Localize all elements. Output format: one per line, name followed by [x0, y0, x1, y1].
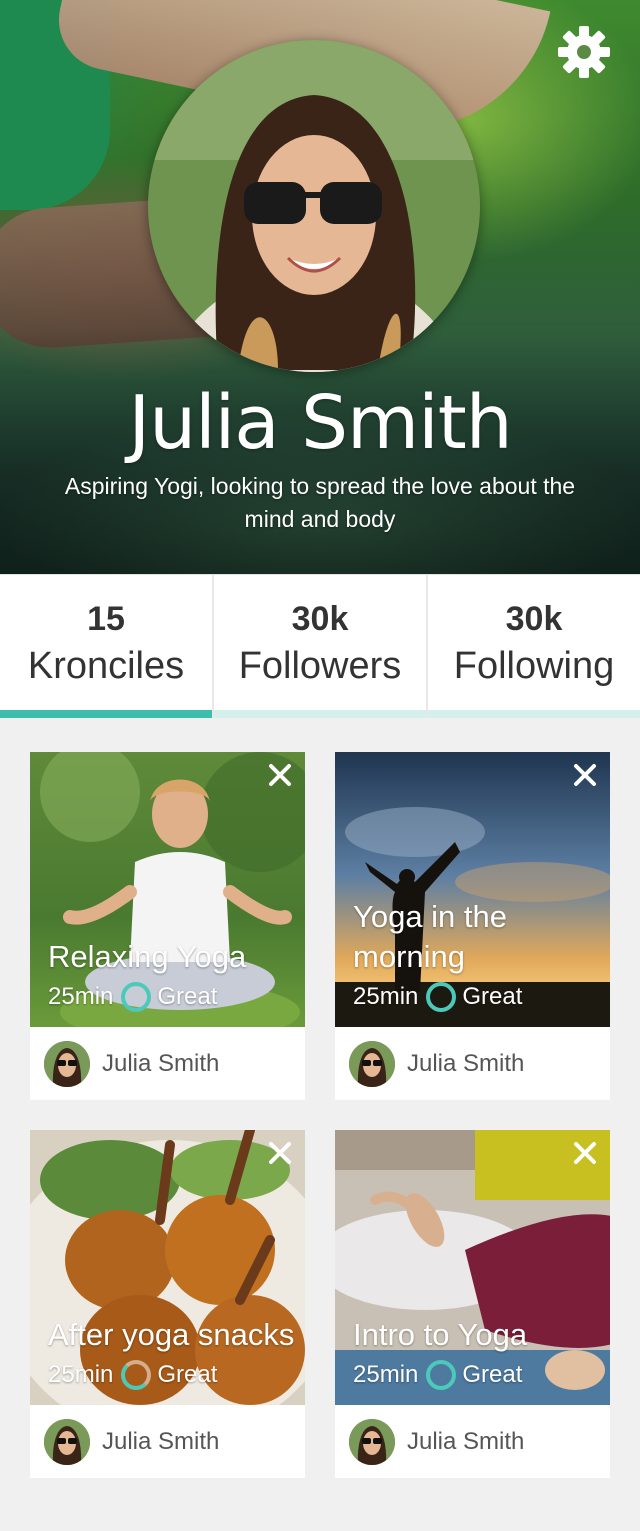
settings-button[interactable]: [556, 24, 612, 80]
author-avatar[interactable]: [44, 1040, 90, 1087]
stat-label: Following: [453, 645, 615, 687]
card-image: Relaxing Yoga 25min Great: [30, 752, 305, 1027]
author-avatar[interactable]: [349, 1418, 395, 1465]
close-icon: [269, 1142, 291, 1164]
card-meta: 25min Great: [353, 981, 522, 1013]
author-name[interactable]: Julia Smith: [407, 1428, 524, 1456]
card-duration: 25min: [48, 1361, 114, 1388]
stats-tabs: 15 Kronciles 30k Followers 30k Following: [0, 574, 640, 718]
kroncile-card[interactable]: Relaxing Yoga 25min Great Julia Smith: [30, 752, 305, 1100]
profile-avatar[interactable]: [148, 40, 480, 372]
tab-indicator: [0, 710, 212, 718]
close-icon: [269, 764, 291, 786]
profile-bio: Aspiring Yogi, looking to spread the lov…: [64, 473, 576, 532]
ring-icon: [426, 1360, 457, 1390]
stat-value: 15: [87, 600, 125, 638]
card-footer: Julia Smith: [30, 1027, 305, 1100]
card-title: Yoga in the morning: [353, 899, 508, 974]
tab-following[interactable]: 30k Following: [428, 575, 640, 718]
kroncile-card[interactable]: Yoga in the morning 25min Great Julia Sm…: [335, 752, 610, 1100]
author-name[interactable]: Julia Smith: [102, 1050, 219, 1078]
profile-photo: [148, 40, 480, 372]
profile-header: Julia Smith Aspiring Yogi, looking to sp…: [0, 0, 640, 574]
card-title: Relaxing Yoga: [48, 939, 247, 974]
card-footer: Julia Smith: [335, 1405, 610, 1478]
card-meta: 25min Great: [48, 1359, 217, 1391]
card-footer: Julia Smith: [335, 1027, 610, 1100]
card-rating: Great: [462, 983, 523, 1010]
card-meta: 25min Great: [353, 1359, 522, 1391]
card-title: After yoga snacks: [48, 1317, 295, 1352]
kroncile-card[interactable]: After yoga snacks 25min Great Julia Smit…: [30, 1130, 305, 1478]
author-avatar[interactable]: [349, 1040, 395, 1087]
close-button[interactable]: [572, 762, 598, 788]
ring-icon: [426, 982, 457, 1012]
card-image: Yoga in the morning 25min Great: [335, 752, 610, 1027]
card-duration: 25min: [353, 983, 419, 1010]
tab-kronciles[interactable]: 15 Kronciles: [0, 575, 214, 718]
author-name[interactable]: Julia Smith: [102, 1428, 219, 1456]
gear-icon: [558, 26, 610, 78]
stat-value: 30k: [291, 600, 349, 638]
card-duration: 25min: [48, 983, 114, 1010]
close-icon: [574, 764, 596, 786]
stat-label: Followers: [238, 645, 402, 687]
tab-indicator: [214, 710, 426, 718]
kroncile-card[interactable]: Intro to Yoga 25min Great Julia Smith: [335, 1130, 610, 1478]
card-duration: 25min: [353, 1361, 419, 1388]
tab-followers[interactable]: 30k Followers: [214, 575, 428, 718]
author-avatar[interactable]: [44, 1418, 90, 1465]
ring-icon: [121, 982, 152, 1012]
card-footer: Julia Smith: [30, 1405, 305, 1478]
stat-label: Kronciles: [27, 645, 185, 687]
close-icon: [574, 1142, 596, 1164]
close-button[interactable]: [267, 1140, 293, 1166]
card-image: After yoga snacks 25min Great: [30, 1130, 305, 1405]
card-rating: Great: [462, 1361, 523, 1388]
ring-icon: [121, 1360, 152, 1390]
author-name[interactable]: Julia Smith: [407, 1050, 524, 1078]
card-rating: Great: [157, 1361, 218, 1388]
card-image: Intro to Yoga 25min Great: [335, 1130, 610, 1405]
profile-name: Julia Smith: [128, 380, 512, 466]
close-button[interactable]: [572, 1140, 598, 1166]
close-button[interactable]: [267, 762, 293, 788]
tab-indicator: [428, 710, 640, 718]
card-title: Intro to Yoga: [353, 1317, 528, 1352]
card-meta: 25min Great: [48, 981, 217, 1013]
stat-value: 30k: [505, 600, 563, 638]
card-rating: Great: [157, 983, 218, 1010]
